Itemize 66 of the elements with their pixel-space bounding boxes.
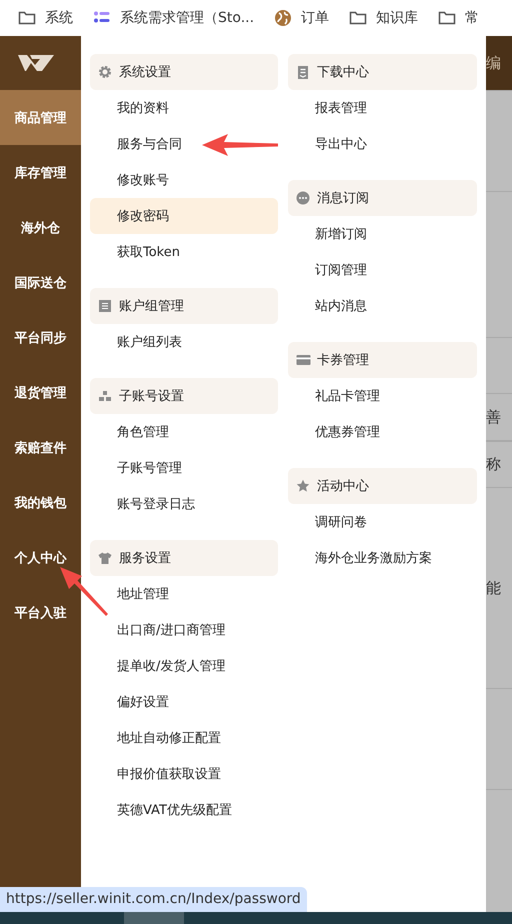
menu-item[interactable]: 子账号管理 [90,450,278,486]
nav-item[interactable]: 国际送仓 [0,255,81,310]
card-icon [296,353,311,367]
document-icon [296,65,311,79]
menu-item[interactable]: 新增订阅 [288,216,477,252]
menu-item[interactable]: 站内消息 [288,288,477,324]
menu-item[interactable]: 我的资料 [90,90,278,126]
bookmark[interactable]: 订单 [274,9,330,27]
sitemap-icon [98,389,113,403]
menu-item[interactable]: 偏好设置 [90,684,278,720]
nav-item[interactable]: 平台入驻 [0,585,81,640]
menu-item[interactable]: 账户组列表 [90,324,278,360]
group-title: 账户组管理 [119,298,184,315]
chat-icon [296,191,311,205]
nav-item[interactable]: 退货管理 [0,365,81,420]
menu-item[interactable]: 地址自动修正配置 [90,720,278,756]
folder-icon [438,9,456,27]
star-icon [296,479,311,493]
nav-item[interactable]: 我的钱包 [0,475,81,530]
group-title: 卡券管理 [317,352,369,369]
background-text: 称 [486,455,501,474]
nav-item[interactable]: 商品管理 [0,90,81,145]
nav-item[interactable]: 个人中心 [0,530,81,585]
menu-item[interactable]: 地址管理 [90,576,278,612]
nav-item[interactable]: 平台同步 [0,310,81,365]
bookmark[interactable]: 知识库 [349,9,418,27]
menu-item[interactable]: 订阅管理 [288,252,477,288]
menu-item[interactable]: 海外仓业务激励方案 [288,540,477,576]
nav-item[interactable]: 海外仓 [0,200,81,255]
menu-item[interactable]: 修改账号 [90,162,278,198]
bookmark[interactable]: 系统 [18,9,73,27]
background-text: 编 [486,54,501,72]
group-title: 系统设置 [119,64,171,81]
group-title: 下载中心 [317,64,369,81]
shirt-icon [98,551,113,565]
globe-icon [274,9,292,27]
menu-item[interactable]: 申报价值获取设置 [90,756,278,792]
menu-item[interactable]: 出口商/进口商管理 [90,612,278,648]
list-icon [98,299,113,313]
group-title: 子账号设置 [119,388,184,405]
nav-item[interactable]: 索赔查件 [0,420,81,475]
menu-item[interactable]: 角色管理 [90,414,278,450]
menu-item[interactable]: 调研问卷 [288,504,477,540]
bookmark[interactable]: 常 [438,9,480,27]
menu-item[interactable]: 优惠券管理 [288,414,477,450]
menu-item[interactable]: 修改密码 [90,198,278,234]
group-title: 消息订阅 [317,190,369,207]
bookmark[interactable]: 系统需求管理（Sto... [93,9,254,27]
status-url: https://seller.winit.com.cn/Index/password [0,887,307,912]
menu-item[interactable]: 导出中心 [288,126,477,162]
menu-item[interactable]: 报表管理 [288,90,477,126]
menu-item[interactable]: 提单收/发货人管理 [90,648,278,684]
folder-icon [18,9,36,27]
taskbar-button[interactable] [124,912,184,924]
folder-icon [349,9,368,27]
menu-item[interactable]: 礼品卡管理 [288,378,477,414]
menu-item[interactable]: 英德VAT优先级配置 [90,792,278,828]
background-text: 善 [486,408,501,426]
menu-item[interactable]: 获取Token [90,234,278,270]
menu-item[interactable]: 账号登录日志 [90,486,278,522]
background-text: 能 [486,578,501,598]
gear-icon [98,65,113,79]
nav-item[interactable]: 库存管理 [0,145,81,200]
group-title: 服务设置 [119,550,171,567]
group-title: 活动中心 [317,478,369,495]
menu-item[interactable]: 服务与合同 [90,126,278,162]
